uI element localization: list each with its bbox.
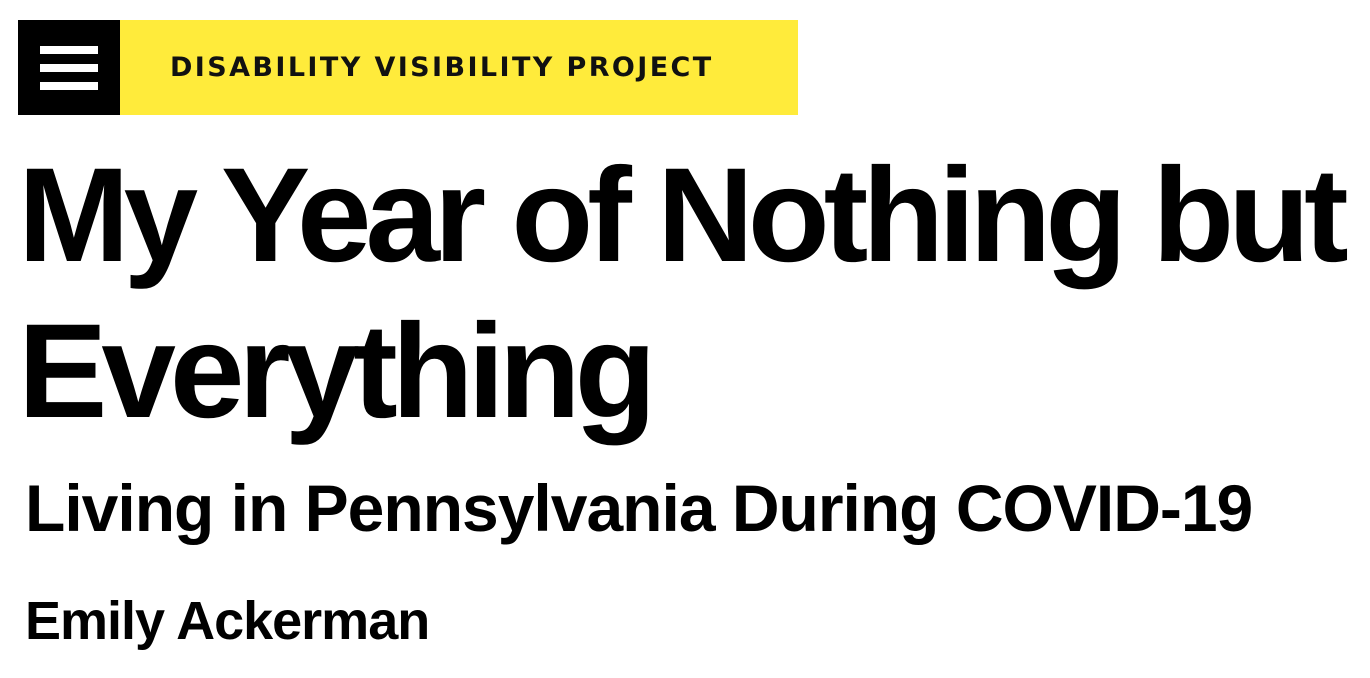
article-author: Emily Ackerman: [25, 591, 430, 651]
site-header: DISABILITY VISIBILITY PROJECT: [18, 20, 798, 115]
hamburger-menu-icon-line: [40, 63, 98, 72]
menu-button[interactable]: [18, 20, 120, 115]
article-subtitle: Living in Pennsylvania During COVID-19: [25, 471, 1253, 545]
site-name-link[interactable]: DISABILITY VISIBILITY PROJECT: [170, 52, 714, 83]
hamburger-menu-icon-line: [40, 45, 98, 54]
hamburger-menu-icon-line: [40, 81, 98, 90]
article-title: My Year of Nothing but Everything: [18, 141, 1349, 446]
site-brand-bar: DISABILITY VISIBILITY PROJECT: [120, 20, 798, 115]
